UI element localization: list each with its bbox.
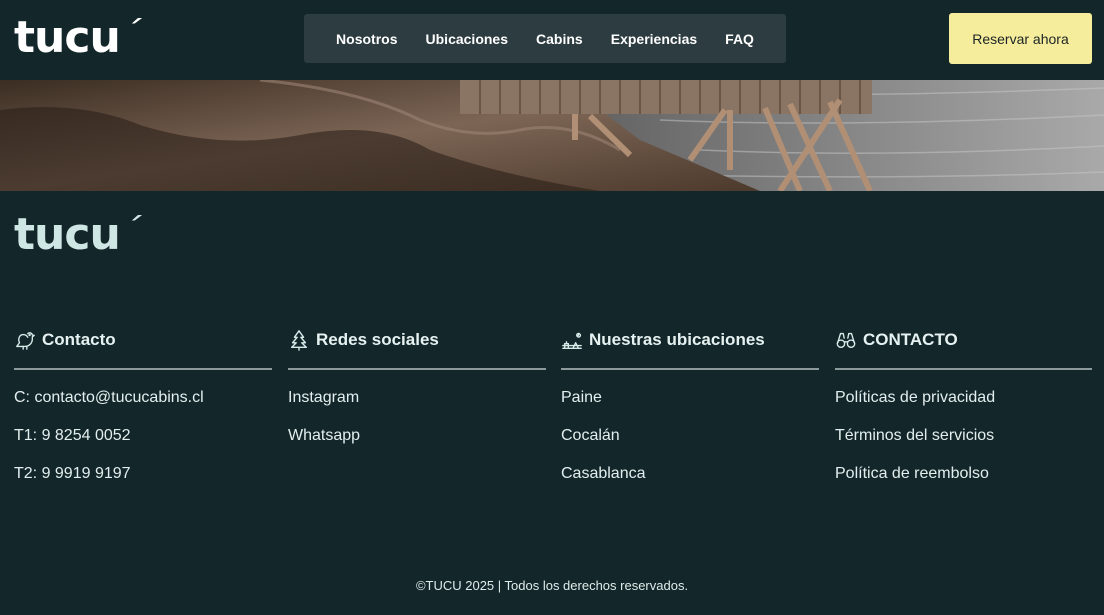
divider (288, 368, 546, 370)
nav-item-experiencias[interactable]: Experiencias (611, 31, 697, 47)
divider (14, 368, 272, 370)
brand-logo[interactable]: tucu´ (14, 15, 143, 60)
footer-column-contacto: Contacto C: contacto@tucucabins.cl T1: 9… (14, 328, 272, 482)
site-header: tucu´ Nosotros Ubicaciones Cabins Experi… (0, 0, 1104, 80)
footer-column-legal: CONTACTO Políticas de privacidad Término… (835, 328, 1092, 482)
column-heading: Redes sociales (288, 328, 546, 352)
nav-item-nosotros[interactable]: Nosotros (336, 31, 397, 47)
column-title: CONTACTO (863, 330, 958, 349)
location-cocalan[interactable]: Cocalán (561, 426, 646, 464)
landscape-icon (562, 332, 582, 349)
cabin-on-rocks-photo (0, 80, 1104, 191)
column-list: Instagram Whatsapp (288, 388, 360, 464)
column-title: Nuestras ubicaciones (589, 330, 765, 349)
contact-email[interactable]: C: contacto@tucucabins.cl (14, 388, 204, 426)
bird-icon (16, 332, 35, 350)
link-refund-policy[interactable]: Política de reembolso (835, 464, 995, 502)
main-nav: Nosotros Ubicaciones Cabins Experiencias… (304, 14, 786, 63)
binoculars-icon (836, 332, 856, 349)
nav-item-cabins[interactable]: Cabins (536, 31, 583, 47)
divider (835, 368, 1092, 370)
nav-item-ubicaciones[interactable]: Ubicaciones (426, 31, 508, 47)
column-list: C: contacto@tucucabins.cl T1: 9 8254 005… (14, 388, 204, 502)
copyright-text: ©TUCU 2025 | Todos los derechos reservad… (415, 578, 689, 593)
footer-logo[interactable]: tucu´ (14, 212, 143, 257)
column-list: Políticas de privacidad Términos del ser… (835, 388, 995, 502)
column-heading: Nuestras ubicaciones (561, 328, 819, 352)
link-privacy-policy[interactable]: Políticas de privacidad (835, 388, 995, 426)
link-whatsapp[interactable]: Whatsapp (288, 426, 360, 464)
hero-image (0, 80, 1104, 191)
footer-column-redes: Redes sociales Instagram Whatsapp (288, 328, 546, 444)
footer-column-ubicaciones: Nuestras ubicaciones Paine Cocalán Casab… (561, 328, 819, 482)
column-heading: CONTACTO (835, 328, 1092, 352)
contact-phone-2[interactable]: T2: 9 9919 9197 (14, 464, 204, 502)
column-heading: Contacto (14, 328, 272, 352)
link-terms-of-service[interactable]: Términos del servicios (835, 426, 995, 464)
column-title: Redes sociales (316, 330, 439, 349)
divider (561, 368, 819, 370)
link-instagram[interactable]: Instagram (288, 388, 360, 426)
location-paine[interactable]: Paine (561, 388, 646, 426)
reserve-button[interactable]: Reservar ahora (949, 13, 1092, 64)
nav-item-faq[interactable]: FAQ (725, 31, 754, 47)
column-title: Contacto (42, 330, 116, 349)
column-list: Paine Cocalán Casablanca (561, 388, 646, 502)
location-casablanca[interactable]: Casablanca (561, 464, 646, 502)
contact-phone-1[interactable]: T1: 9 8254 0052 (14, 426, 204, 464)
tree-icon (290, 330, 308, 351)
